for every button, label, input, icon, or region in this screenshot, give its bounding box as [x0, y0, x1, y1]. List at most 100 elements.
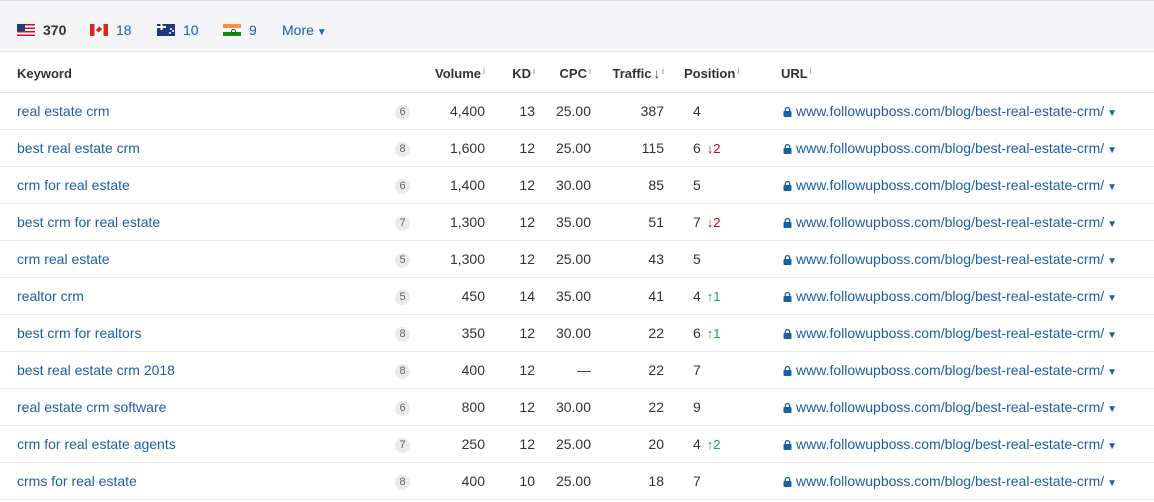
- kd-cell: 12: [485, 203, 535, 241]
- traffic-cell: 22: [591, 351, 664, 389]
- position-cell: 6 ↑1: [684, 314, 781, 352]
- keyword-link[interactable]: real estate crm: [17, 103, 110, 119]
- position-cell: 9: [684, 388, 781, 426]
- serp-features-badge[interactable]: 8: [395, 363, 410, 379]
- header-url[interactable]: URL i: [781, 55, 1154, 93]
- table-row: crm for real estate 6 1,400 12 30.00 85 …: [0, 166, 1154, 204]
- volume-cell: 400: [415, 462, 485, 500]
- keyword-link[interactable]: crm for real estate: [17, 177, 130, 193]
- traffic-cell: 115: [591, 129, 664, 167]
- serp-features-badge[interactable]: 7: [395, 437, 410, 453]
- table-row: best real estate crm 2018 8 400 12 — 22 …: [0, 351, 1154, 389]
- url-link[interactable]: www.followupboss.com/blog/best-real-esta…: [796, 251, 1104, 267]
- url-link[interactable]: www.followupboss.com/blog/best-real-esta…: [796, 177, 1104, 193]
- country-filter-ca[interactable]: 18: [90, 22, 132, 38]
- url-dropdown-icon[interactable]: ▼: [1107, 108, 1117, 119]
- serp-features-badge[interactable]: 6: [395, 104, 410, 120]
- url-link[interactable]: www.followupboss.com/blog/best-real-esta…: [796, 288, 1104, 304]
- country-filter-au[interactable]: 10: [157, 22, 199, 38]
- traffic-cell: 18: [591, 462, 664, 500]
- url-dropdown-icon[interactable]: ▼: [1107, 219, 1117, 230]
- serp-features-badge[interactable]: 5: [395, 252, 410, 268]
- position-change: ↓2: [706, 214, 721, 230]
- serp-features-badge[interactable]: 6: [395, 400, 410, 416]
- info-icon: i: [589, 65, 591, 76]
- traffic-cell: 41: [591, 277, 664, 315]
- keyword-link[interactable]: best crm for real estate: [17, 214, 160, 230]
- volume-cell: 1,300: [415, 240, 485, 278]
- cpc-cell: 25.00: [535, 240, 591, 278]
- header-traffic[interactable]: Traffic ↓ i: [591, 55, 664, 93]
- header-kd[interactable]: KD i: [485, 55, 535, 93]
- kd-cell: 12: [485, 129, 535, 167]
- more-countries-dropdown[interactable]: More ▼: [282, 22, 327, 38]
- serp-features-badge[interactable]: 8: [395, 141, 410, 157]
- url-dropdown-icon[interactable]: ▼: [1107, 404, 1117, 415]
- url-dropdown-icon[interactable]: ▼: [1107, 330, 1117, 341]
- url-dropdown-icon[interactable]: ▼: [1107, 256, 1117, 267]
- cpc-cell: 35.00: [535, 203, 591, 241]
- keyword-link[interactable]: best real estate crm: [17, 140, 140, 156]
- position-cell: 7 ↓2: [684, 203, 781, 241]
- keyword-link[interactable]: crms for real estate: [17, 473, 137, 489]
- traffic-cell: 20: [591, 425, 664, 463]
- url-link[interactable]: www.followupboss.com/blog/best-real-esta…: [796, 399, 1104, 415]
- header-cpc[interactable]: CPC i: [535, 55, 591, 93]
- url-link[interactable]: www.followupboss.com/blog/best-real-esta…: [796, 436, 1104, 452]
- serp-features-badge[interactable]: 8: [395, 474, 410, 490]
- kd-cell: 12: [485, 351, 535, 389]
- country-filter-us[interactable]: 370: [17, 22, 66, 38]
- keyword-link[interactable]: crm for real estate agents: [17, 436, 176, 452]
- country-filter-in[interactable]: 9: [223, 22, 257, 38]
- url-link[interactable]: www.followupboss.com/blog/best-real-esta…: [796, 214, 1104, 230]
- header-volume[interactable]: Volume i: [415, 55, 485, 93]
- header-position[interactable]: Position i: [684, 55, 781, 93]
- serp-features-badge[interactable]: 5: [395, 289, 410, 305]
- url-dropdown-icon[interactable]: ▼: [1107, 441, 1117, 452]
- country-count: 18: [116, 22, 132, 38]
- url-link[interactable]: www.followupboss.com/blog/best-real-esta…: [796, 473, 1104, 489]
- cpc-cell: 35.00: [535, 277, 591, 315]
- kd-cell: 12: [485, 425, 535, 463]
- serp-features-badge[interactable]: 6: [395, 178, 410, 194]
- cpc-cell: —: [535, 351, 591, 389]
- info-icon: i: [737, 65, 740, 76]
- volume-cell: 800: [415, 388, 485, 426]
- keyword-link[interactable]: crm real estate: [17, 251, 110, 267]
- url-link[interactable]: www.followupboss.com/blog/best-real-esta…: [796, 140, 1104, 156]
- lock-icon: [783, 328, 792, 339]
- country-count: 10: [183, 22, 199, 38]
- url-dropdown-icon[interactable]: ▼: [1107, 145, 1117, 156]
- keyword-link[interactable]: real estate crm software: [17, 399, 166, 415]
- lock-icon: [783, 180, 792, 191]
- header-keyword[interactable]: Keyword: [0, 55, 385, 93]
- keyword-link[interactable]: best crm for realtors: [17, 325, 141, 341]
- info-icon: i: [809, 65, 812, 76]
- lock-icon: [783, 365, 792, 376]
- url-dropdown-icon[interactable]: ▼: [1107, 367, 1117, 378]
- lock-icon: [783, 254, 792, 265]
- url-dropdown-icon[interactable]: ▼: [1107, 478, 1117, 489]
- table-row: real estate crm software 6 800 12 30.00 …: [0, 388, 1154, 426]
- url-link[interactable]: www.followupboss.com/blog/best-real-esta…: [796, 362, 1104, 378]
- table-header-row: Keyword Volume i KD i CPC i Traffic ↓ i Posit…: [0, 55, 1154, 93]
- serp-features-badge[interactable]: 8: [395, 326, 410, 342]
- table-row: best crm for real estate 7 1,300 12 35.0…: [0, 203, 1154, 241]
- url-link[interactable]: www.followupboss.com/blog/best-real-esta…: [796, 103, 1104, 119]
- url-link[interactable]: www.followupboss.com/blog/best-real-esta…: [796, 325, 1104, 341]
- kd-cell: 12: [485, 388, 535, 426]
- cpc-cell: 25.00: [535, 425, 591, 463]
- lock-icon: [783, 106, 792, 117]
- table-row: crm for real estate agents 7 250 12 25.0…: [0, 425, 1154, 463]
- position-cell: 4: [684, 92, 781, 130]
- lock-icon: [783, 217, 792, 228]
- url-dropdown-icon[interactable]: ▼: [1107, 182, 1117, 193]
- position-change: ↑2: [706, 436, 721, 452]
- url-dropdown-icon[interactable]: ▼: [1107, 293, 1117, 304]
- traffic-cell: 387: [591, 92, 664, 130]
- more-label: More: [282, 22, 314, 38]
- keyword-link[interactable]: best real estate crm 2018: [17, 362, 175, 378]
- keyword-link[interactable]: realtor crm: [17, 288, 84, 304]
- serp-features-badge[interactable]: 7: [395, 215, 410, 231]
- cpc-cell: 30.00: [535, 388, 591, 426]
